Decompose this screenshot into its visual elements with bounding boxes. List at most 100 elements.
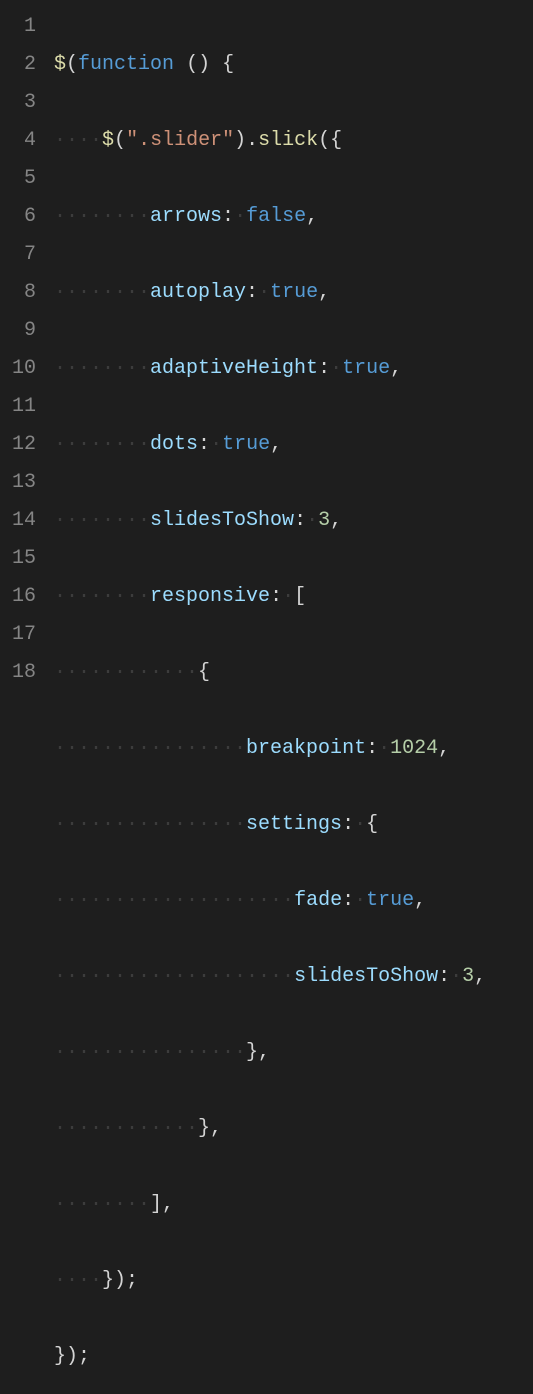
- code-line: ················},: [54, 1034, 486, 1072]
- token-number: 3: [462, 965, 474, 988]
- code-line: ········autoplay:·true,: [54, 274, 486, 312]
- line-number: 16: [12, 578, 36, 616]
- indent-guide: ················: [54, 1041, 246, 1064]
- token-punct: ],: [150, 1193, 174, 1216]
- code-line: ············{: [54, 654, 486, 692]
- code-line: });: [54, 1338, 486, 1376]
- token-punct: {: [222, 53, 234, 76]
- token-property: arrows: [150, 205, 222, 228]
- indent-guide: ········: [54, 585, 150, 608]
- indent-guide: ····················: [54, 965, 294, 988]
- token-property: responsive: [150, 585, 270, 608]
- token-property: adaptiveHeight: [150, 357, 318, 380]
- token-property: settings: [246, 813, 342, 836]
- token-punct: ,: [330, 509, 342, 532]
- token-punct: ,: [318, 281, 330, 304]
- code-line: ········],: [54, 1186, 486, 1224]
- code-line: ············},: [54, 1110, 486, 1148]
- token-property: slidesToShow: [150, 509, 294, 532]
- token-punct: :: [318, 357, 330, 380]
- token-boolean: true: [342, 357, 390, 380]
- token-punct: (): [186, 53, 210, 76]
- line-number: 5: [12, 160, 36, 198]
- token-punct: },: [198, 1117, 222, 1140]
- token-punct: :: [294, 509, 306, 532]
- code-line: ····});: [54, 1262, 486, 1300]
- whitespace-dot: ·: [258, 281, 270, 304]
- code-line: ················breakpoint:·1024,: [54, 730, 486, 768]
- code-line: ········dots:·true,: [54, 426, 486, 464]
- token-punct: ,: [414, 889, 426, 912]
- whitespace-dot: ·: [354, 813, 366, 836]
- line-number: 8: [12, 274, 36, 312]
- token-punct: :: [246, 281, 258, 304]
- code-area[interactable]: $(function () { ····$(".slider").slick({…: [54, 0, 486, 697]
- code-line: $(function () {: [54, 46, 486, 84]
- code-editor: 1 2 3 4 5 6 7 8 9 10 11 12 13 14 15 16 1…: [0, 0, 533, 697]
- token-punct: });: [102, 1269, 138, 1292]
- token-punct: [: [294, 585, 306, 608]
- whitespace-dot: ·: [354, 889, 366, 912]
- token-punct: :: [342, 889, 354, 912]
- token-property: fade: [294, 889, 342, 912]
- token-punct: ,: [306, 205, 318, 228]
- indent-guide: ········: [54, 281, 150, 304]
- token-property: breakpoint: [246, 737, 366, 760]
- indent-guide: ················: [54, 813, 246, 836]
- line-number: 2: [12, 46, 36, 84]
- token-punct: :: [198, 433, 210, 456]
- token-number: 1024: [390, 737, 438, 760]
- whitespace-dot: ·: [450, 965, 462, 988]
- whitespace-dot: ·: [330, 357, 342, 380]
- token-number: 3: [318, 509, 330, 532]
- token-punct: ,: [270, 433, 282, 456]
- token-function: $: [54, 53, 66, 76]
- code-line: ····················fade:·true,: [54, 882, 486, 920]
- indent-guide: ············: [54, 1117, 198, 1140]
- line-number: 12: [12, 426, 36, 464]
- whitespace-dot: ·: [210, 433, 222, 456]
- line-number: 11: [12, 388, 36, 426]
- token-punct: :: [438, 965, 450, 988]
- line-number: 18: [12, 654, 36, 692]
- token-punct: ,: [390, 357, 402, 380]
- token-property: dots: [150, 433, 198, 456]
- indent-guide: ········: [54, 1193, 150, 1216]
- indent-guide: ········: [54, 433, 150, 456]
- token-property: slidesToShow: [294, 965, 438, 988]
- code-line: ················settings:·{: [54, 806, 486, 844]
- indent-guide: ········: [54, 205, 150, 228]
- line-number: 6: [12, 198, 36, 236]
- line-number: 1: [12, 8, 36, 46]
- token-function: $: [102, 129, 114, 152]
- token-punct: ({: [318, 129, 342, 152]
- indent-guide: ············: [54, 661, 198, 684]
- token-space: [174, 53, 186, 76]
- token-boolean: false: [246, 205, 306, 228]
- token-boolean: true: [222, 433, 270, 456]
- token-punct: ,: [474, 965, 486, 988]
- whitespace-dot: ·: [306, 509, 318, 532]
- indent-guide: ····: [54, 1269, 102, 1292]
- token-boolean: true: [366, 889, 414, 912]
- whitespace-dot: ·: [234, 205, 246, 228]
- indent-guide: ····················: [54, 889, 294, 912]
- code-line: ········responsive:·[: [54, 578, 486, 616]
- line-number: 3: [12, 84, 36, 122]
- indent-guide: ················: [54, 737, 246, 760]
- indent-guide: ········: [54, 357, 150, 380]
- indent-guide: ········: [54, 509, 150, 532]
- token-punct: {: [366, 813, 378, 836]
- token-space: [210, 53, 222, 76]
- token-punct: (: [66, 53, 78, 76]
- whitespace-dot: ·: [378, 737, 390, 760]
- token-punct: ,: [438, 737, 450, 760]
- line-number: 9: [12, 312, 36, 350]
- token-call: slick: [258, 129, 318, 152]
- token-property: autoplay: [150, 281, 246, 304]
- token-punct: ).: [234, 129, 258, 152]
- line-number-gutter: 1 2 3 4 5 6 7 8 9 10 11 12 13 14 15 16 1…: [0, 0, 54, 697]
- line-number: 10: [12, 350, 36, 388]
- code-line: ····$(".slider").slick({: [54, 122, 486, 160]
- indent-guide: ····: [54, 129, 102, 152]
